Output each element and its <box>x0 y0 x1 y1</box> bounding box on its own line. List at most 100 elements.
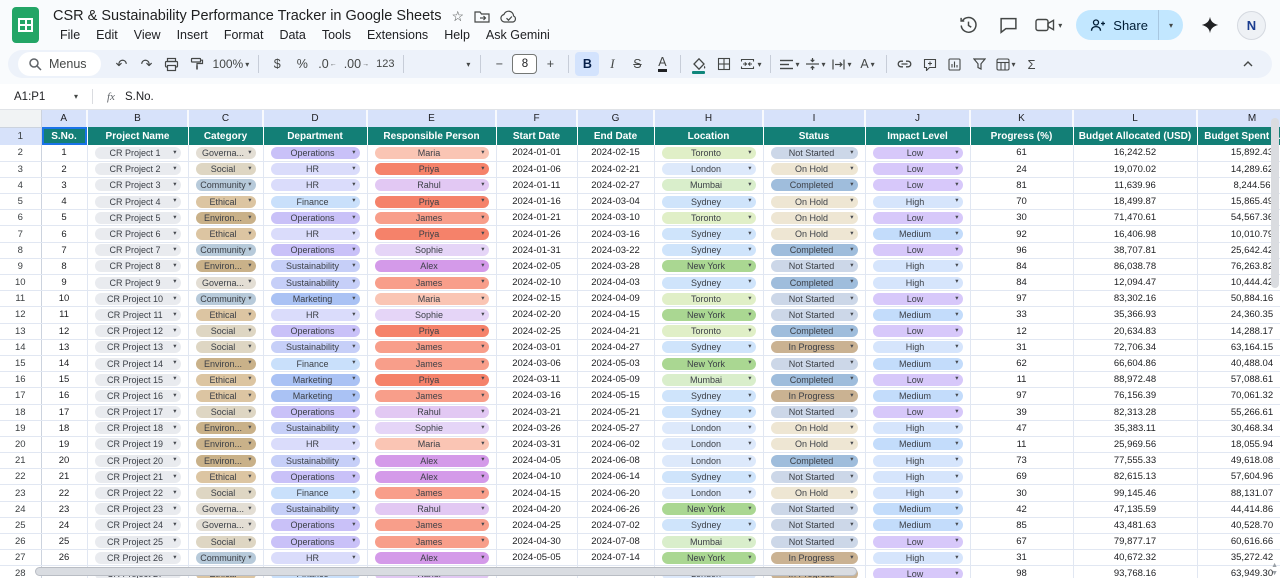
cell-sno[interactable]: 13 <box>41 339 87 355</box>
cell-progress[interactable]: 12 <box>970 323 1073 339</box>
cell-sno[interactable]: 17 <box>41 404 87 420</box>
font-select[interactable]: ▾ <box>410 53 474 75</box>
cell-responsible-person[interactable]: Sophie▾ <box>367 307 496 323</box>
cell-impact-level[interactable]: Low▾ <box>865 161 970 177</box>
cell-project-name[interactable]: CR Project 26▾ <box>87 550 188 566</box>
cell-category[interactable]: Governa...▾ <box>188 501 263 517</box>
cell-category-dropdown-chip[interactable]: Community▾ <box>196 293 256 305</box>
cell-status[interactable]: In Progress▾ <box>763 550 865 566</box>
increase-font-size-button[interactable]: + <box>538 52 562 76</box>
cell-responsible-person[interactable]: Alex▾ <box>367 469 496 485</box>
cell-budget-allocated[interactable]: 40,672.32 <box>1073 550 1197 566</box>
cell-department[interactable]: Sustainability▾ <box>263 258 367 274</box>
redo-button[interactable]: ↷ <box>135 52 159 76</box>
cell-department-dropdown-chip[interactable]: Operations▾ <box>271 536 360 548</box>
row-number[interactable]: 8 <box>0 242 41 258</box>
cell-end-date[interactable]: 2024-07-02 <box>577 517 654 533</box>
cell-location-dropdown-chip[interactable]: New York▾ <box>662 309 756 321</box>
cell-start-date[interactable]: 2024-03-11 <box>496 372 577 388</box>
cell-project-name[interactable]: CR Project 10▾ <box>87 291 188 307</box>
cell-responsible-person-dropdown-chip[interactable]: James▾ <box>375 536 489 548</box>
cell-department[interactable]: Operations▾ <box>263 534 367 550</box>
cell-budget-spent[interactable]: 35,272.42 <box>1197 550 1280 566</box>
cell-responsible-person-dropdown-chip[interactable]: James▾ <box>375 487 489 499</box>
cell-responsible-person-dropdown-chip[interactable]: James▾ <box>375 277 489 289</box>
cell-budget-spent[interactable]: 63,949.30 <box>1197 566 1280 578</box>
cell-impact-level[interactable]: High▾ <box>865 469 970 485</box>
row-number[interactable]: 19 <box>0 420 41 436</box>
cell-status[interactable]: On Hold▾ <box>763 436 865 452</box>
cell-status[interactable]: On Hold▾ <box>763 420 865 436</box>
cell-budget-allocated[interactable]: 38,707.81 <box>1073 242 1197 258</box>
header-cell-department[interactable]: Department <box>263 127 367 145</box>
cell-responsible-person-dropdown-chip[interactable]: Priya▾ <box>375 325 489 337</box>
cell-status-dropdown-chip[interactable]: On Hold▾ <box>771 163 858 175</box>
cell-category-dropdown-chip[interactable]: Social▾ <box>196 325 256 337</box>
row-number[interactable]: 4 <box>0 177 41 193</box>
row-number[interactable]: 26 <box>0 534 41 550</box>
cell-impact-level[interactable]: Low▾ <box>865 210 970 226</box>
cell-project-name-dropdown-chip[interactable]: CR Project 20▾ <box>95 455 181 467</box>
row-number[interactable]: 22 <box>0 469 41 485</box>
cell-end-date[interactable]: 2024-02-27 <box>577 177 654 193</box>
cell-status[interactable]: In Progress▾ <box>763 388 865 404</box>
cell-end-date[interactable]: 2024-03-16 <box>577 226 654 242</box>
cell-impact-level-dropdown-chip[interactable]: Low▾ <box>873 244 963 256</box>
cell-sno[interactable]: 25 <box>41 534 87 550</box>
cell-budget-allocated[interactable]: 88,972.48 <box>1073 372 1197 388</box>
cell-department[interactable]: Finance▾ <box>263 485 367 501</box>
cell-location-dropdown-chip[interactable]: Sydney▾ <box>662 277 756 289</box>
column-header-g[interactable]: G <box>577 110 654 127</box>
cell-budget-allocated[interactable]: 11,639.96 <box>1073 177 1197 193</box>
cell-project-name[interactable]: CR Project 9▾ <box>87 275 188 291</box>
cell-impact-level-dropdown-chip[interactable]: Medium▾ <box>873 438 963 450</box>
cell-end-date[interactable]: 2024-06-14 <box>577 469 654 485</box>
cell-progress[interactable]: 31 <box>970 339 1073 355</box>
cell-impact-level[interactable]: High▾ <box>865 453 970 469</box>
row-number[interactable]: 17 <box>0 388 41 404</box>
cell-progress[interactable]: 97 <box>970 291 1073 307</box>
menu-help[interactable]: Help <box>437 27 477 43</box>
cell-project-name[interactable]: CR Project 11▾ <box>87 307 188 323</box>
cell-budget-allocated[interactable]: 16,242.52 <box>1073 145 1197 161</box>
cell-responsible-person-dropdown-chip[interactable]: Alex▾ <box>375 471 489 483</box>
cell-status-dropdown-chip[interactable]: Completed▾ <box>771 179 858 191</box>
cell-category-dropdown-chip[interactable]: Environ...▾ <box>196 212 256 224</box>
cell-end-date[interactable]: 2024-05-21 <box>577 404 654 420</box>
cell-status[interactable]: Not Started▾ <box>763 517 865 533</box>
cell-progress[interactable]: 24 <box>970 161 1073 177</box>
row-number[interactable]: 12 <box>0 307 41 323</box>
cell-impact-level-dropdown-chip[interactable]: High▾ <box>873 260 963 272</box>
cell-progress[interactable]: 62 <box>970 355 1073 371</box>
cell-category[interactable]: Ethical▾ <box>188 307 263 323</box>
cell-department-dropdown-chip[interactable]: Operations▾ <box>271 519 360 531</box>
cell-status-dropdown-chip[interactable]: Completed▾ <box>771 277 858 289</box>
cell-status[interactable]: On Hold▾ <box>763 161 865 177</box>
cell-sno[interactable]: 20 <box>41 453 87 469</box>
cell-location-dropdown-chip[interactable]: Sydney▾ <box>662 196 756 208</box>
zoom-select[interactable]: 100%▾ <box>210 52 253 76</box>
cell-location[interactable]: New York▾ <box>654 355 763 371</box>
header-cell-project-name[interactable]: Project Name <box>87 127 188 145</box>
cell-responsible-person-dropdown-chip[interactable]: James▾ <box>375 358 489 370</box>
cell-category[interactable]: Governa...▾ <box>188 145 263 161</box>
cell-location-dropdown-chip[interactable]: New York▾ <box>662 358 756 370</box>
cell-responsible-person[interactable]: James▾ <box>367 517 496 533</box>
text-color-button[interactable]: A <box>650 52 674 76</box>
cell-category[interactable]: Community▾ <box>188 550 263 566</box>
row-number[interactable]: 20 <box>0 436 41 452</box>
cell-responsible-person[interactable]: Maria▾ <box>367 291 496 307</box>
insert-link-button[interactable] <box>893 52 917 76</box>
sheets-logo[interactable] <box>12 7 39 43</box>
font-size-input[interactable]: 8 <box>512 54 537 74</box>
cell-category-dropdown-chip[interactable]: Environ...▾ <box>196 260 256 272</box>
cell-impact-level[interactable]: High▾ <box>865 339 970 355</box>
cell-status[interactable]: On Hold▾ <box>763 226 865 242</box>
cell-progress[interactable]: 33 <box>970 307 1073 323</box>
select-all-corner[interactable] <box>0 110 41 127</box>
formula-input[interactable]: S.No. <box>125 91 154 103</box>
share-dropdown-button[interactable]: ▾ <box>1159 10 1183 40</box>
cell-impact-level-dropdown-chip[interactable]: Low▾ <box>873 163 963 175</box>
cell-status[interactable]: Not Started▾ <box>763 307 865 323</box>
cell-category[interactable]: Ethical▾ <box>188 372 263 388</box>
